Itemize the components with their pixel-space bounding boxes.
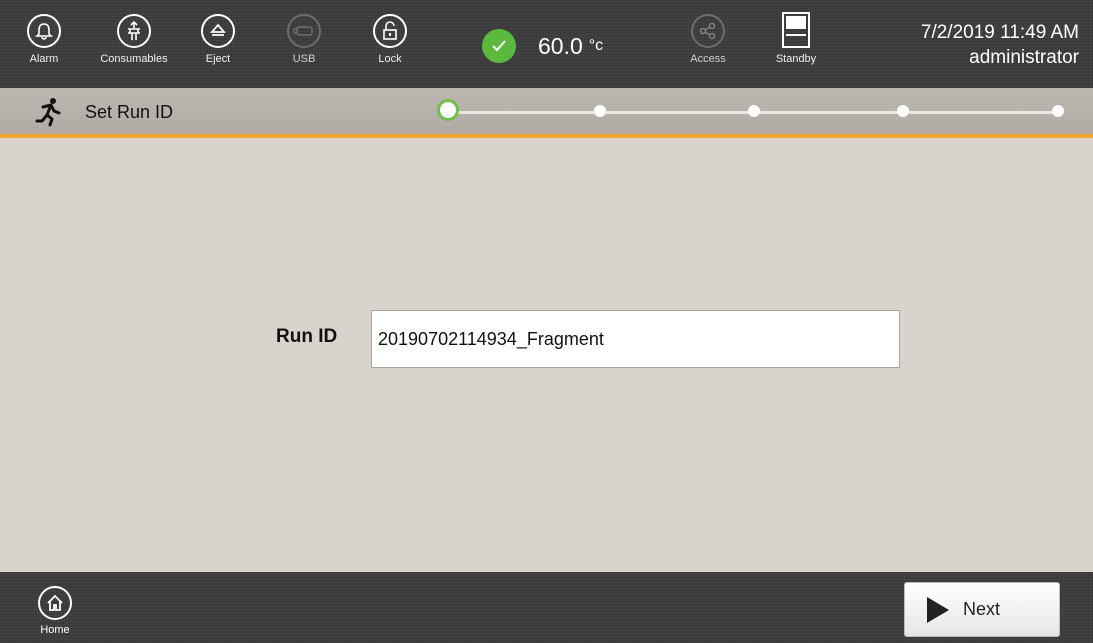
step-title: Set Run ID <box>85 102 174 122</box>
step-indicator-1 <box>437 99 459 121</box>
run-id-label: Run ID <box>276 326 338 347</box>
alarm-button[interactable]: Alarm <box>6 6 82 86</box>
top-toolbar: Alarm Consumables Eject USB Lock 60.0 °c <box>0 0 1093 88</box>
lock-icon <box>373 14 407 48</box>
temperature-unit: °c <box>588 37 604 54</box>
bell-icon <box>27 14 61 48</box>
step-header: Set Run ID <box>0 88 1093 138</box>
eject-icon <box>201 14 235 48</box>
access-label: Access <box>690 53 726 65</box>
eject-label: Eject <box>205 53 231 65</box>
datetime-user: 7/2/2019 11:49 AM administrator <box>921 20 1079 70</box>
step-indicator-3 <box>748 105 760 117</box>
step-indicator-4 <box>897 105 909 117</box>
share-icon <box>691 14 725 48</box>
temperature-status: 60.0 °c <box>482 28 603 64</box>
check-icon <box>482 29 516 63</box>
bottom-toolbar: Home Next <box>0 572 1093 643</box>
consumables-button[interactable]: Consumables <box>96 6 172 86</box>
home-button[interactable]: Home <box>38 586 72 636</box>
step-indicator-5 <box>1052 105 1064 117</box>
home-icon <box>38 586 72 620</box>
step-indicator-2 <box>594 105 606 117</box>
run-id-input[interactable] <box>371 310 900 368</box>
next-button[interactable]: Next <box>904 582 1060 637</box>
consumables-label: Consumables <box>100 53 168 65</box>
standby-icon <box>782 12 810 48</box>
usb-label: USB <box>292 53 316 65</box>
next-label: Next <box>963 599 1001 619</box>
standby-label: Standby <box>775 53 817 65</box>
lock-button[interactable]: Lock <box>352 6 428 86</box>
current-user: administrator <box>969 47 1079 68</box>
datetime: 7/2/2019 11:49 AM <box>920 22 1079 43</box>
home-label: Home <box>40 624 70 636</box>
temperature-value: 60.0 <box>538 32 583 59</box>
lock-label: Lock <box>378 53 402 65</box>
alarm-label: Alarm <box>29 53 59 65</box>
consumables-icon <box>117 14 151 48</box>
usb-icon <box>287 14 321 48</box>
runner-icon <box>34 97 64 132</box>
play-arrow-icon <box>927 596 949 623</box>
eject-button[interactable]: Eject <box>180 6 256 86</box>
usb-button[interactable]: USB <box>266 6 342 86</box>
standby-button[interactable]: Standby <box>758 6 834 86</box>
access-button[interactable]: Access <box>670 6 746 86</box>
